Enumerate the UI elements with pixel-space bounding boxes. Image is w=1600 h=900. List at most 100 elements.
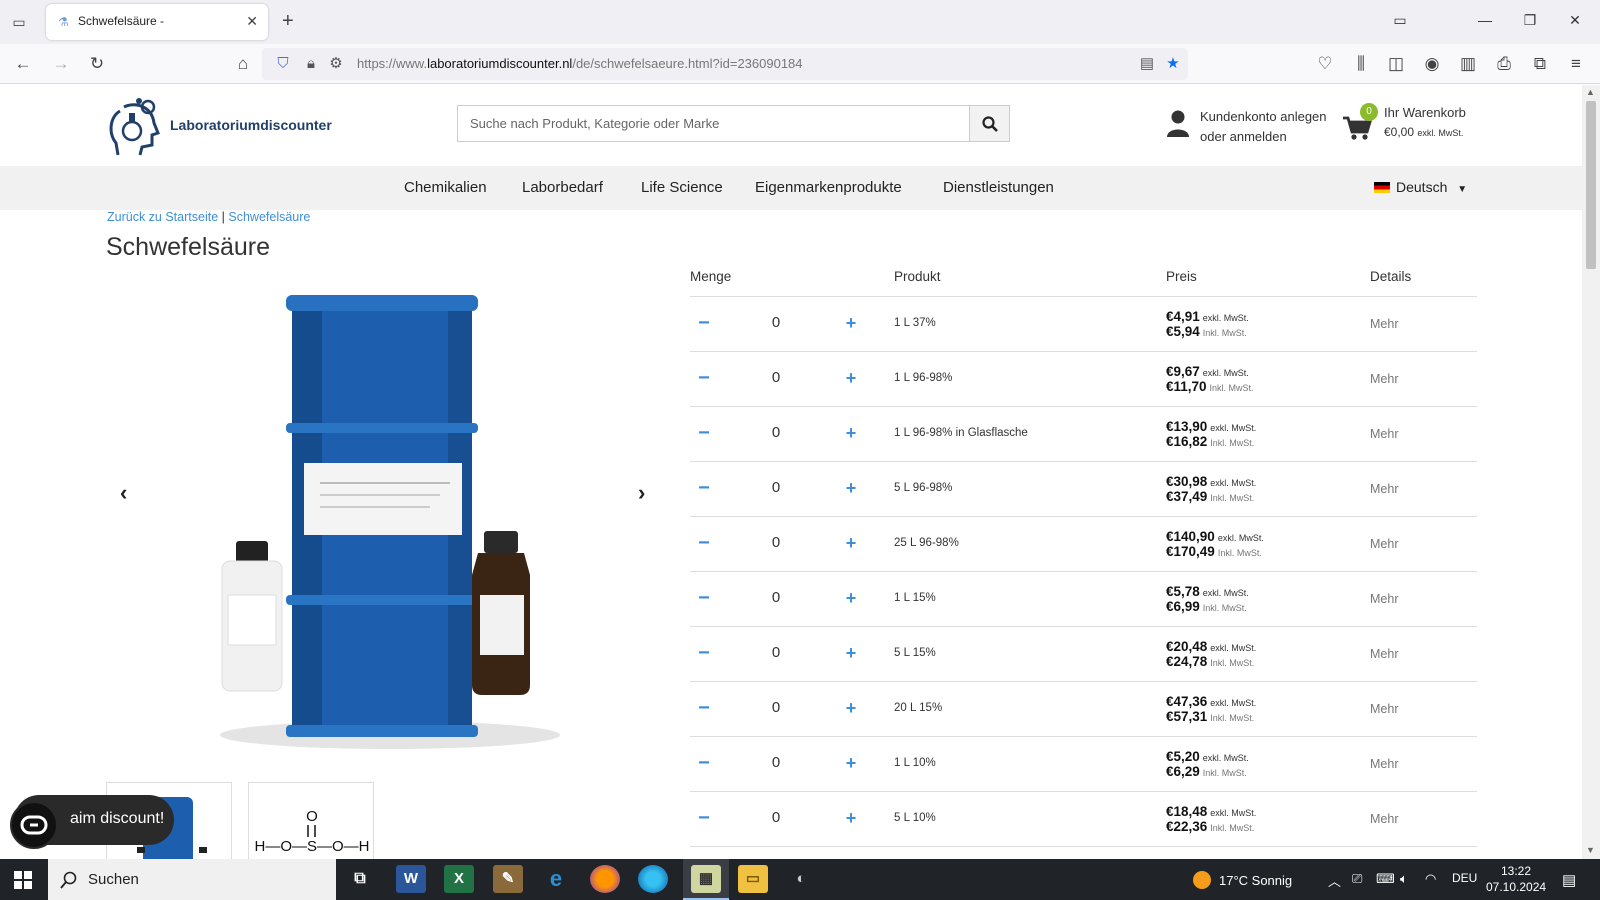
task-view-icon[interactable]: ⧉ [345, 865, 375, 893]
restore-icon[interactable]: ❐ [1520, 12, 1540, 29]
breadcrumb-current[interactable]: Schwefelsäure [228, 210, 310, 224]
increase-button[interactable]: + [843, 696, 859, 720]
clock[interactable]: 13:22 07.10.2024 [1486, 863, 1546, 895]
search-input[interactable] [458, 106, 970, 141]
decrease-button[interactable]: − [696, 311, 712, 335]
edge-icon[interactable] [638, 865, 668, 893]
more-link[interactable]: Mehr [1370, 482, 1398, 496]
page-scrollbar[interactable]: ▲ ▼ [1582, 85, 1600, 859]
increase-button[interactable]: + [843, 806, 859, 830]
menu-laborbedarf[interactable]: Laborbedarf [522, 179, 603, 196]
decrease-button[interactable]: − [696, 806, 712, 830]
notifications-icon[interactable]: ▤ [1562, 871, 1576, 889]
back-icon[interactable]: ← [12, 54, 34, 74]
scroll-down-icon[interactable]: ▼ [1586, 845, 1595, 855]
tray-chevron-icon[interactable]: ︿ [1328, 871, 1341, 890]
search-button[interactable] [969, 106, 1009, 141]
permissions-icon[interactable]: ⚙ [327, 55, 345, 73]
lock-icon[interactable]: 🔒︎ [302, 55, 320, 73]
url-bar[interactable]: ⛉ 🔒︎ ⚙ https://www.laboratoriumdiscounte… [262, 48, 1188, 80]
window-close-icon[interactable]: ✕ [1565, 12, 1585, 29]
tray-device-icon[interactable]: ⎚ [1352, 871, 1362, 887]
increase-button[interactable]: + [843, 751, 859, 775]
windows-start-icon[interactable] [14, 871, 32, 889]
decrease-button[interactable]: − [696, 586, 712, 610]
bookmark-star-icon[interactable]: ★ [1164, 55, 1182, 73]
sidebar-icon[interactable]: ◫ [1385, 54, 1407, 74]
reader-view-icon[interactable]: ▤ [1138, 55, 1156, 73]
scroll-thumb[interactable] [1586, 101, 1596, 269]
window-view-icon[interactable]: ▭ [1390, 12, 1410, 29]
more-link[interactable]: Mehr [1370, 757, 1398, 771]
gallery-prev-icon[interactable]: ‹ [120, 480, 127, 506]
more-link[interactable]: Mehr [1370, 427, 1398, 441]
tray-ime-icon[interactable]: ⌨ [1376, 871, 1395, 887]
increase-button[interactable]: + [843, 366, 859, 390]
print-icon[interactable]: ⎙ [1493, 54, 1515, 74]
minimize-icon[interactable]: — [1475, 12, 1495, 28]
increase-button[interactable]: + [843, 311, 859, 335]
more-link[interactable]: Mehr [1370, 317, 1398, 331]
home-icon[interactable]: ⌂ [232, 54, 254, 74]
quantity-value[interactable]: 0 [766, 314, 786, 331]
increase-button[interactable]: + [843, 531, 859, 555]
quantity-value[interactable]: 0 [766, 589, 786, 606]
site-logo[interactable]: Laboratoriumdiscounter [106, 93, 332, 159]
more-link[interactable]: Mehr [1370, 592, 1398, 606]
increase-button[interactable]: + [843, 641, 859, 665]
container-icon[interactable]: ▥ [1457, 54, 1479, 74]
app-menu-icon[interactable]: ≡ [1565, 54, 1587, 74]
increase-button[interactable]: + [843, 476, 859, 500]
gallery-next-icon[interactable]: › [638, 480, 645, 506]
more-link[interactable]: Mehr [1370, 702, 1398, 716]
active-app-icon[interactable]: ▦ [691, 865, 721, 893]
extensions-icon[interactable]: ⧉ [1529, 54, 1551, 74]
library-icon[interactable]: ⫼ [1350, 54, 1372, 74]
more-link[interactable]: Mehr [1370, 647, 1398, 661]
account-icon[interactable]: ◉ [1421, 54, 1443, 74]
menu-eigenmarkenprodukte[interactable]: Eigenmarkenprodukte [755, 179, 902, 196]
more-link[interactable]: Mehr [1370, 537, 1398, 551]
quantity-value[interactable]: 0 [766, 534, 786, 551]
taskbar-search[interactable]: Suchen [48, 859, 336, 900]
url-text[interactable]: https://www.laboratoriumdiscounter.nl/de… [357, 56, 803, 71]
quantity-value[interactable]: 0 [766, 369, 786, 386]
volume-icon[interactable]: 🔈︎ [1400, 871, 1408, 887]
quantity-value[interactable]: 0 [766, 644, 786, 661]
decrease-button[interactable]: − [696, 366, 712, 390]
more-link[interactable]: Mehr [1370, 372, 1398, 386]
decrease-button[interactable]: − [696, 531, 712, 555]
menu-chemikalien[interactable]: Chemikalien [404, 179, 487, 196]
increase-button[interactable]: + [843, 586, 859, 610]
more-link[interactable]: Mehr [1370, 812, 1398, 826]
increase-button[interactable]: + [843, 421, 859, 445]
scroll-up-icon[interactable]: ▲ [1586, 87, 1595, 97]
tab-close-icon[interactable]: ✕ [246, 13, 258, 30]
language-selector[interactable]: Deutsch ▼ [1374, 179, 1467, 195]
new-tab-icon[interactable]: + [282, 10, 294, 32]
shield-icon[interactable]: ⛉ [274, 55, 292, 73]
quantity-value[interactable]: 0 [766, 479, 786, 496]
menu-life-science[interactable]: Life Science [641, 179, 723, 196]
decrease-button[interactable]: − [696, 421, 712, 445]
tab-list-icon[interactable]: ▭ [8, 12, 30, 32]
firefox-icon[interactable] [590, 865, 620, 893]
excel-icon[interactable]: X [444, 865, 474, 893]
decrease-button[interactable]: − [696, 696, 712, 720]
file-explorer-icon[interactable]: ▭ [738, 865, 768, 893]
quantity-value[interactable]: 0 [766, 809, 786, 826]
pocket-icon[interactable]: ♡ [1314, 54, 1336, 74]
word-icon[interactable]: W [396, 865, 426, 893]
forward-icon[interactable]: → [50, 54, 72, 74]
decrease-button[interactable]: − [696, 476, 712, 500]
menu-dienstleistungen[interactable]: Dienstleistungen [943, 179, 1054, 196]
app-icon-misc[interactable]: ◐ [786, 865, 816, 893]
chat-button[interactable] [10, 801, 58, 849]
network-icon[interactable]: ◠ [1425, 871, 1436, 887]
breadcrumb-home[interactable]: Zurück zu Startseite [107, 210, 218, 224]
quantity-value[interactable]: 0 [766, 754, 786, 771]
app-icon[interactable]: ✎ [493, 865, 523, 893]
quantity-value[interactable]: 0 [766, 699, 786, 716]
account-link[interactable]: Kundenkonto anlegen oder anmelden [1162, 105, 1332, 145]
decrease-button[interactable]: − [696, 751, 712, 775]
